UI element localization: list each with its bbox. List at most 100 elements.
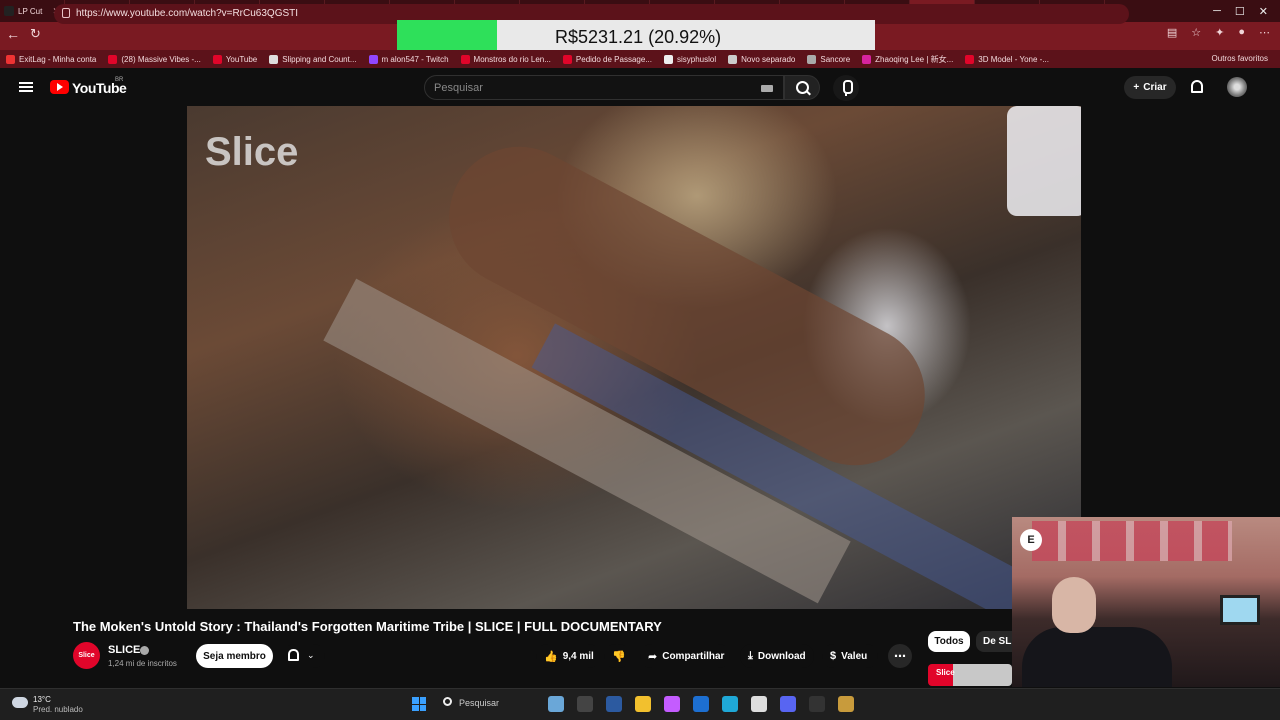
share-button[interactable]: ➦ Compartilhar — [640, 644, 730, 668]
subscriber-count: 1,24 mi de inscritos — [108, 659, 177, 668]
bookmark-item[interactable]: m alon547 - Twitch — [368, 54, 449, 64]
store-app-icon[interactable] — [606, 696, 622, 712]
bookmark-item[interactable]: Pedido de Passage... — [562, 54, 652, 64]
taskbar-search-icon[interactable] — [443, 697, 452, 706]
taskbar-search-label[interactable]: Pesquisar — [459, 698, 499, 708]
widgets-app-icon[interactable] — [548, 696, 564, 712]
lock-icon — [62, 8, 70, 18]
notifications-bell-icon[interactable] — [1191, 80, 1203, 93]
other-bookmarks[interactable]: Outros favoritos — [1212, 54, 1268, 63]
related-video-thumbnail[interactable]: Slice — [928, 664, 1012, 686]
bookmark-label: Zhaoqing Lee | 新女... — [875, 54, 954, 64]
youtube-logo-icon[interactable] — [50, 80, 69, 94]
back-icon[interactable]: ← — [6, 26, 20, 42]
minimize-icon[interactable]: ─ — [1213, 5, 1221, 17]
weather-temperature[interactable]: 13°C — [33, 695, 51, 704]
stock-change-bar — [397, 20, 497, 52]
favorite-star-icon[interactable]: ☆ — [1191, 26, 1201, 39]
windows-start-icon[interactable] — [412, 697, 426, 711]
thumbs-down-icon: 👎 — [612, 650, 626, 663]
bookmark-favicon-icon — [368, 54, 378, 64]
chip-all[interactable]: Todos — [928, 631, 970, 652]
chevron-down-icon: ⌄ — [307, 650, 315, 660]
discord-app-icon[interactable] — [780, 696, 796, 712]
join-membership-button[interactable]: Seja membro — [196, 644, 273, 668]
wall-logo: E — [1020, 529, 1042, 551]
calculator-app-icon[interactable] — [693, 696, 709, 712]
channel-name[interactable]: SLICE — [108, 644, 140, 656]
thanks-button[interactable]: $ Valeu — [822, 644, 878, 668]
create-button[interactable]: + Criar — [1124, 76, 1176, 99]
search-input[interactable] — [434, 80, 734, 96]
address-bar-actions: ▤ ☆ ✦ ● ⋯ — [1167, 26, 1270, 39]
bookmark-item[interactable]: Zhaoqing Lee | 新女... — [862, 54, 953, 65]
bookmark-favicon-icon — [269, 54, 279, 64]
bookmark-item[interactable]: sisyphuslol — [663, 54, 717, 64]
bookmark-label: Novo separado — [741, 54, 796, 64]
steam-app-icon[interactable] — [809, 696, 825, 712]
bookmark-favicon-icon — [807, 54, 817, 64]
user-avatar[interactable] — [1227, 77, 1247, 97]
share-label: Compartilhar — [662, 650, 725, 662]
maximize-icon[interactable]: ☐ — [1235, 5, 1245, 18]
bookmark-item[interactable]: Novo separado — [728, 54, 796, 64]
copilot-app-icon[interactable] — [664, 696, 680, 712]
like-button[interactable]: 👍 9,4 mil — [536, 644, 600, 668]
wall-posters — [1032, 521, 1232, 561]
bookmark-label: (28) Massive Vibes -... — [121, 54, 201, 64]
video-title: The Moken's Untold Story : Thailand's Fo… — [73, 619, 662, 634]
background-monitor — [1220, 595, 1260, 625]
bookmark-favicon-icon — [460, 54, 470, 64]
bell-icon — [288, 649, 299, 661]
download-button[interactable]: ⤓ Download — [740, 644, 814, 668]
profile-icon[interactable]: ● — [1238, 26, 1245, 39]
bookmark-item[interactable]: Monstros do rio Len... — [460, 54, 551, 64]
bookmark-item[interactable]: YouTube — [212, 54, 257, 64]
bookmark-label: ExitLag - Minha conta — [19, 54, 97, 64]
reload-icon[interactable]: ↻ — [30, 26, 41, 42]
video-player[interactable]: Slice — [187, 106, 1081, 609]
thumbs-up-icon: 👍 — [544, 650, 558, 663]
bookmark-item[interactable]: ExitLag - Minha conta — [6, 54, 97, 64]
bookmark-label: m alon547 - Twitch — [381, 54, 449, 64]
stock-price-text: R$5231.21 (20.92%) — [555, 27, 722, 47]
bookmark-label: Slipping and Count... — [282, 54, 357, 64]
voice-search-button[interactable] — [833, 75, 859, 101]
bookmark-item[interactable]: 3D Model - Yone -... — [965, 54, 1049, 64]
search-button[interactable] — [784, 75, 820, 100]
reader-icon[interactable]: ▤ — [1167, 26, 1177, 39]
channel-avatar[interactable]: Slice — [73, 642, 100, 669]
keyboard-icon[interactable] — [761, 85, 773, 92]
league-app-icon[interactable] — [838, 696, 854, 712]
channel-watermark: Slice — [205, 130, 299, 174]
subscription-bell-button[interactable]: ⌄ — [283, 644, 325, 668]
close-window-icon[interactable]: ✕ — [1259, 5, 1268, 18]
bookmark-label: sisyphuslol — [676, 54, 717, 64]
thanks-label: Valeu — [841, 650, 868, 662]
create-label: Criar — [1143, 82, 1167, 93]
files-app-icon[interactable] — [635, 696, 651, 712]
dislike-button[interactable]: 👎 — [604, 644, 630, 668]
chip-from-channel[interactable]: De SLICE — [976, 631, 1016, 652]
plus-icon: + — [1133, 82, 1140, 93]
streamer-head — [1052, 577, 1096, 633]
browser-menu-icon[interactable]: ⋯ — [1259, 26, 1270, 39]
hamburger-menu-icon[interactable] — [19, 82, 33, 92]
chrome-app-icon[interactable] — [751, 696, 767, 712]
extensions-icon[interactable]: ✦ — [1215, 26, 1224, 39]
terminal-app-icon[interactable] — [577, 696, 593, 712]
cloud-icon[interactable] — [12, 697, 28, 708]
edge-app-icon[interactable] — [722, 696, 738, 712]
bookmark-favicon-icon — [728, 54, 738, 64]
download-icon: ⤓ — [748, 649, 753, 662]
bookmarks-bar: ExitLag - Minha conta (28) Massive Vibes … — [0, 50, 1280, 68]
bookmark-item[interactable]: Slipping and Count... — [269, 54, 357, 64]
tab-title: LP Cut — [18, 6, 43, 16]
region-code: BR — [115, 77, 124, 83]
weather-description[interactable]: Pred. nublado — [33, 705, 83, 714]
bookmark-item[interactable]: Sancore — [807, 54, 850, 64]
bookmark-item[interactable]: (28) Massive Vibes -... — [108, 54, 201, 64]
more-actions-button[interactable]: ⋯ — [888, 644, 912, 668]
download-label: Download — [757, 650, 806, 662]
window-controls: ─ ☐ ✕ — [1201, 0, 1280, 22]
